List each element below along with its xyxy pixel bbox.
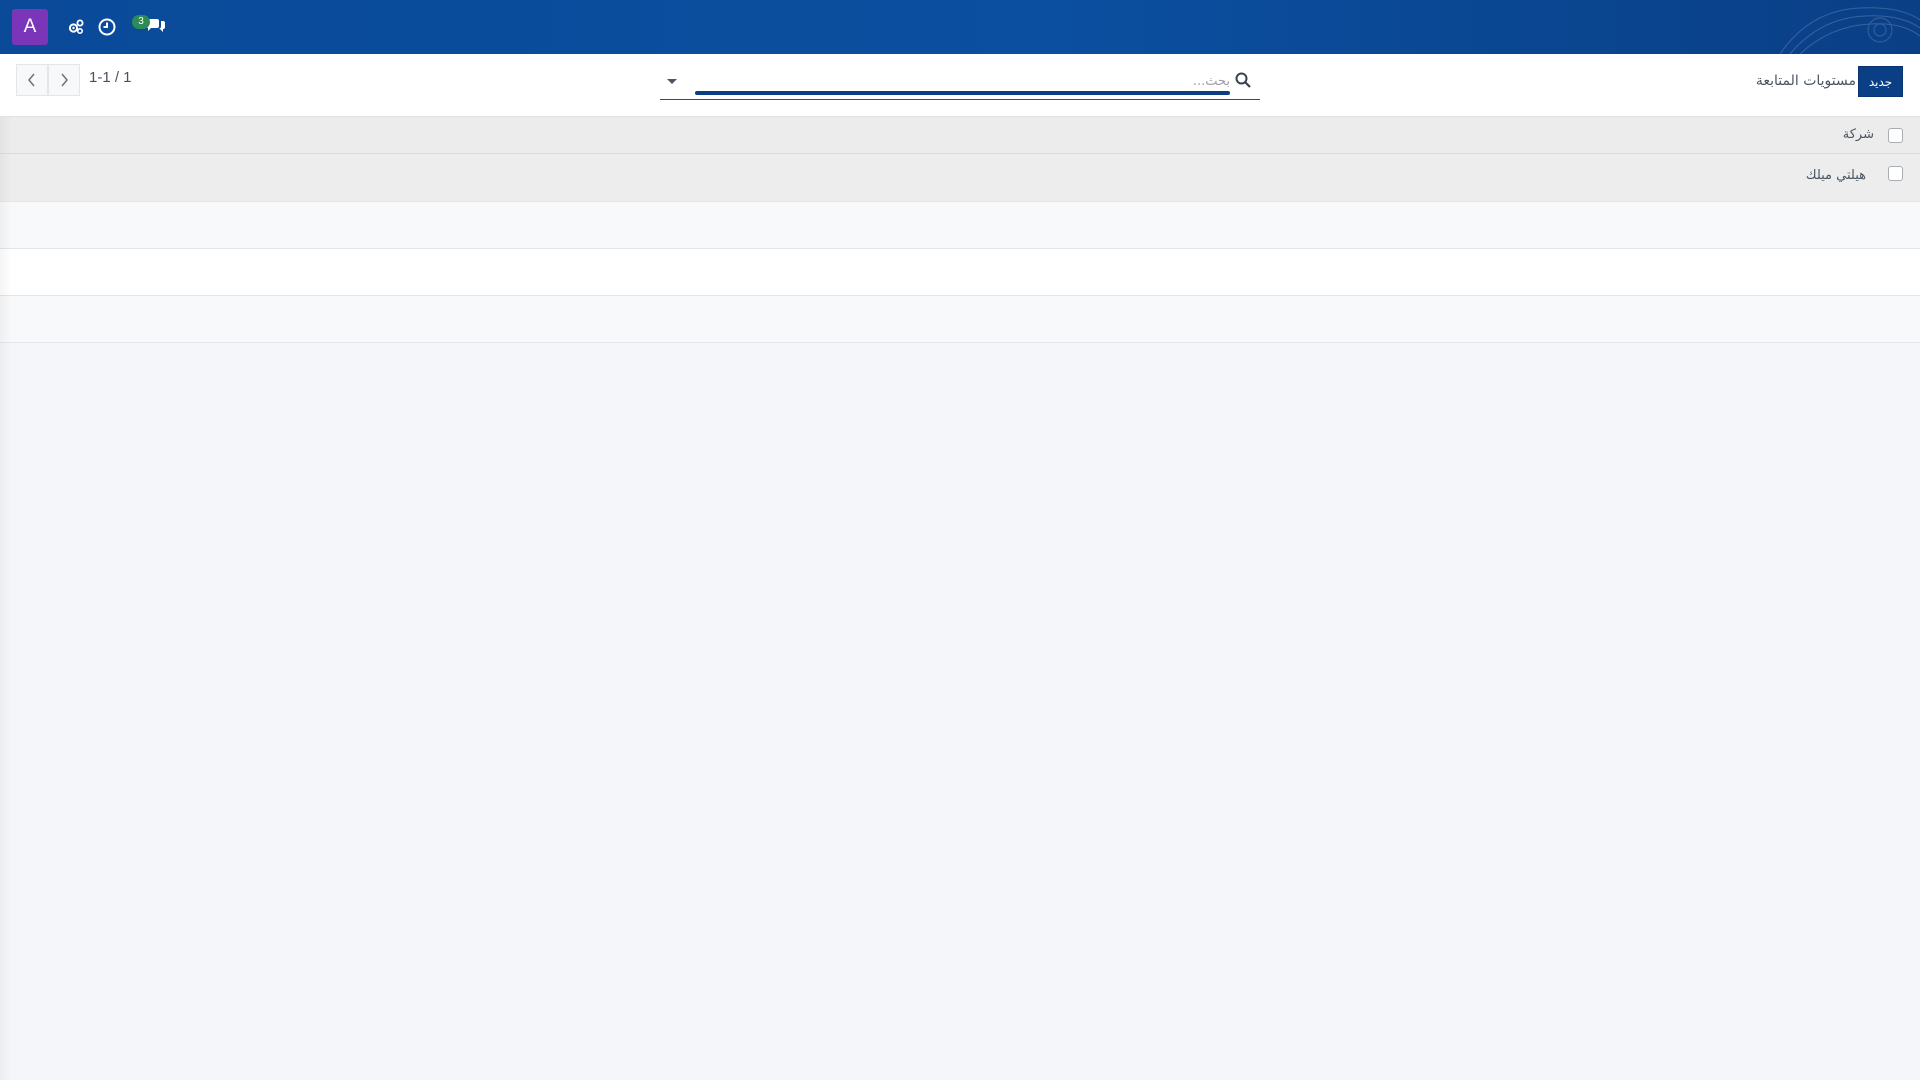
- user-avatar[interactable]: A: [12, 9, 48, 45]
- empty-row: [0, 202, 1920, 249]
- activity-clock-icon[interactable]: [95, 15, 119, 39]
- top-navbar: A 3: [0, 0, 1920, 54]
- search-icon[interactable]: [1234, 71, 1252, 89]
- search-focus-indicator: [695, 91, 1230, 95]
- empty-row: [0, 296, 1920, 343]
- chevron-right-icon: [61, 73, 68, 87]
- pager-previous-button[interactable]: [16, 64, 48, 96]
- avatar-letter: A: [23, 16, 37, 37]
- list-view: شركة هيلتي ميلك: [0, 117, 1920, 343]
- search-input[interactable]: [695, 70, 1230, 92]
- row-company-name: هيلتي ميلك: [1805, 168, 1866, 183]
- table-row[interactable]: هيلتي ميلك: [0, 154, 1920, 202]
- caret-down-icon: [667, 79, 677, 84]
- new-button[interactable]: جديد: [1858, 66, 1903, 97]
- page-title: مستويات المتابعة: [1755, 73, 1856, 89]
- settings-gear-icon[interactable]: [64, 15, 88, 39]
- search-options-toggle[interactable]: [660, 72, 684, 92]
- pager-value[interactable]: 1-1 / 1: [89, 69, 132, 86]
- left-edge-shadow: [0, 117, 12, 1080]
- navbar-decorative-pattern: [1779, 7, 1920, 54]
- pager-next-button[interactable]: [48, 64, 80, 96]
- column-header-company[interactable]: شركة: [1843, 127, 1874, 142]
- empty-row: [0, 249, 1920, 296]
- row-checkbox[interactable]: [1888, 166, 1903, 181]
- select-all-checkbox[interactable]: [1888, 128, 1903, 143]
- messages-count-badge: 3: [132, 15, 150, 29]
- chevron-left-icon: [28, 73, 35, 87]
- list-group-header[interactable]: شركة: [0, 117, 1920, 154]
